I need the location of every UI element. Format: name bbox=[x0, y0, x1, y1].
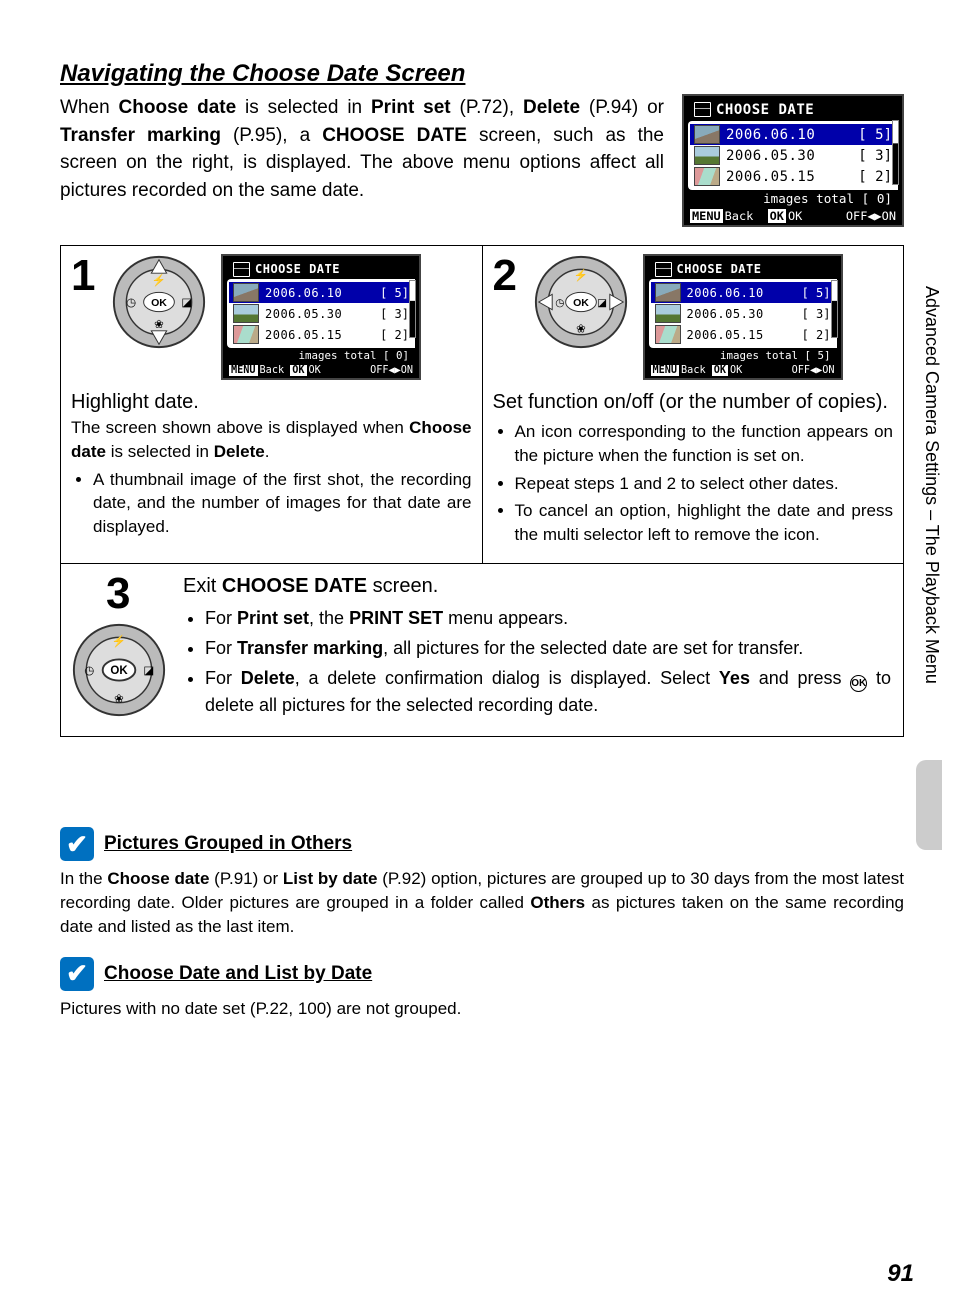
svg-text:⚡: ⚡ bbox=[573, 268, 587, 282]
section-side-tab: Advanced Camera Settings – The Playback … bbox=[916, 280, 942, 840]
step-number: 1 bbox=[71, 254, 97, 298]
lcd-title: CHOOSE DATE bbox=[688, 100, 898, 121]
step-body: Exit CHOOSE DATE screen. For Print set, … bbox=[183, 572, 891, 722]
note-check-icon: ✔ bbox=[60, 827, 94, 861]
step-body: The screen shown above is displayed when… bbox=[71, 416, 472, 539]
svg-text:❀: ❀ bbox=[154, 319, 164, 331]
svg-text:⚡: ⚡ bbox=[112, 634, 126, 648]
svg-text:OK: OK bbox=[151, 297, 167, 309]
step-number: 3 bbox=[106, 572, 132, 616]
step-1: 1 OK ⚡ ❀ ◷ ◪ bbox=[61, 246, 483, 564]
lcd-screenshot-step1: CHOOSE DATE 2006.06.10[ 5] 2006.05.30[ 3… bbox=[221, 254, 421, 380]
page-number: 91 bbox=[887, 1260, 914, 1288]
svg-text:⚡: ⚡ bbox=[152, 273, 166, 287]
note-text: Pictures with no date set (P.22, 100) ar… bbox=[60, 997, 904, 1021]
note-heading: ✔ Pictures Grouped in Others bbox=[60, 827, 904, 861]
svg-text:◷: ◷ bbox=[84, 665, 94, 677]
lcd-screenshot-step2: CHOOSE DATE 2006.06.10[ 5] 2006.05.30[ 3… bbox=[643, 254, 843, 380]
step-2: 2 OK ⚡ ❀ ◷ ◪ bbox=[483, 246, 904, 564]
svg-text:◪: ◪ bbox=[597, 297, 607, 309]
svg-text:◷: ◷ bbox=[126, 297, 136, 309]
intro-paragraph: When Choose date is selected in Print se… bbox=[60, 94, 664, 227]
ok-button-icon: OK bbox=[850, 675, 867, 692]
step-lead: Set function on/off (or the number of co… bbox=[493, 388, 894, 416]
step-body: An icon corresponding to the function ap… bbox=[493, 420, 894, 547]
svg-text:◷: ◷ bbox=[555, 297, 564, 309]
multi-selector-leftright-icon: OK ⚡ ❀ ◷ ◪ bbox=[533, 254, 629, 350]
step-3: 3 OK ⚡ ❀ ◷ ◪ Exit CHOOSE DATE screen. Fo… bbox=[61, 564, 903, 736]
side-tab-thumb bbox=[916, 760, 942, 850]
svg-text:OK: OK bbox=[573, 297, 589, 309]
lcd-row: 2006.05.15[ 2] bbox=[690, 166, 896, 187]
note-text: In the Choose date (P.91) or List by dat… bbox=[60, 867, 904, 938]
multi-selector-updown-icon: OK ⚡ ❀ ◷ ◪ bbox=[111, 254, 207, 350]
note-check-icon: ✔ bbox=[60, 957, 94, 991]
svg-text:❀: ❀ bbox=[576, 324, 586, 336]
note-heading: ✔ Choose Date and List by Date bbox=[60, 957, 904, 991]
svg-text:OK: OK bbox=[110, 665, 128, 677]
page-title: Navigating the Choose Date Screen bbox=[60, 60, 904, 88]
steps-container: 1 OK ⚡ ❀ ◷ ◪ bbox=[60, 245, 904, 737]
lcd-screenshot-main: CHOOSE DATE 2006.06.10[ 5] 2006.05.30[ 3… bbox=[682, 94, 904, 227]
multi-selector-ok-icon: OK ⚡ ❀ ◷ ◪ bbox=[71, 622, 167, 718]
svg-text:❀: ❀ bbox=[114, 694, 124, 706]
lcd-footer: MENUBack OKOK OFF◀▶ON bbox=[688, 207, 898, 223]
lcd-total: images total [ 0] bbox=[688, 190, 898, 207]
step-lead: Highlight date. bbox=[71, 388, 472, 416]
lcd-row: 2006.05.30[ 3] bbox=[690, 145, 896, 166]
lcd-row: 2006.06.10[ 5] bbox=[690, 124, 896, 145]
step-number: 2 bbox=[493, 254, 519, 298]
svg-text:◪: ◪ bbox=[181, 297, 192, 309]
svg-text:◪: ◪ bbox=[143, 665, 154, 677]
